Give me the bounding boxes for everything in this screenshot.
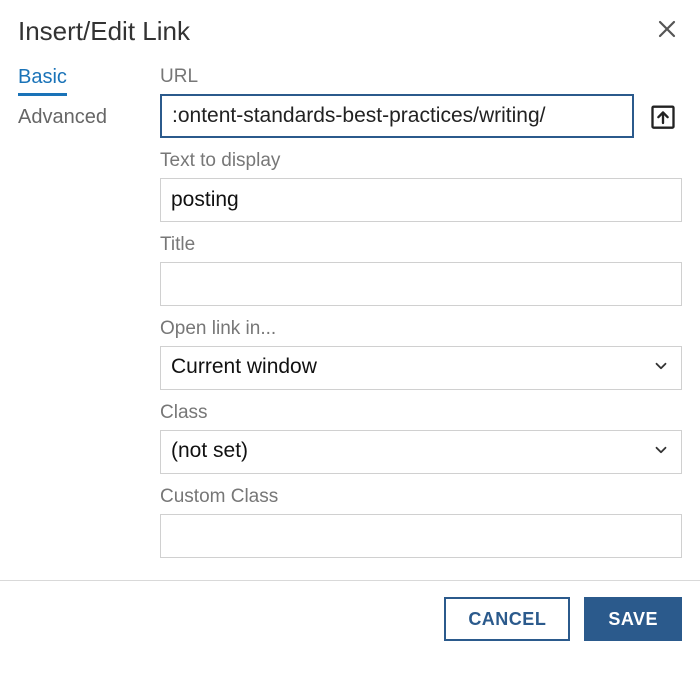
url-label: URL [160, 66, 682, 88]
save-button[interactable]: SAVE [584, 597, 682, 641]
form-fields: URL Text to display Tit [160, 66, 682, 570]
class-select[interactable]: (not set) [160, 430, 682, 474]
insert-edit-link-dialog: Insert/Edit Link Basic Advanced URL [0, 0, 700, 570]
tab-advanced[interactable]: Advanced [18, 106, 138, 129]
dialog-header: Insert/Edit Link [18, 14, 682, 48]
class-label: Class [160, 402, 682, 424]
dialog-body: Basic Advanced URL Tex [18, 66, 682, 570]
dialog-title: Insert/Edit Link [18, 16, 190, 47]
field-class: Class (not set) [160, 402, 682, 474]
title-label: Title [160, 234, 682, 256]
text-to-display-label: Text to display [160, 150, 682, 172]
field-title: Title [160, 234, 682, 306]
open-link-label: Open link in... [160, 318, 682, 340]
field-custom-class: Custom Class [160, 486, 682, 558]
url-input[interactable] [160, 94, 634, 138]
open-link-select[interactable]: Current window [160, 346, 682, 390]
cancel-button[interactable]: CANCEL [444, 597, 570, 641]
close-icon[interactable] [652, 14, 682, 48]
browse-icon[interactable] [644, 94, 682, 138]
field-open-link: Open link in... Current window [160, 318, 682, 390]
title-input[interactable] [160, 262, 682, 306]
tabs: Basic Advanced [18, 66, 138, 570]
field-url: URL [160, 66, 682, 138]
custom-class-label: Custom Class [160, 486, 682, 508]
field-text-to-display: Text to display [160, 150, 682, 222]
text-to-display-input[interactable] [160, 178, 682, 222]
dialog-footer: CANCEL SAVE [0, 580, 700, 657]
tab-basic[interactable]: Basic [18, 66, 67, 96]
custom-class-input[interactable] [160, 514, 682, 558]
